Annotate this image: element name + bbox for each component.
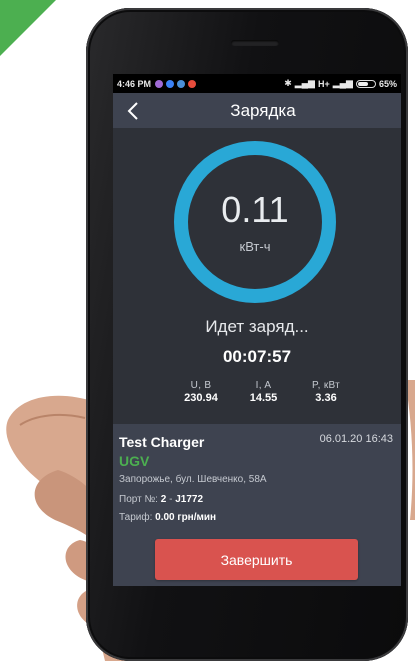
metric-label: P, кВт xyxy=(311,380,341,391)
status-right: ✱ ▂▄▆ H+ ▂▄▆ 65% xyxy=(284,78,397,89)
battery-percent: 65% xyxy=(378,78,397,89)
tariff-label: Тариф: xyxy=(119,512,153,523)
metric-voltage: U, B 230.94 xyxy=(171,380,231,404)
port-line: Порт №: 2 - J1772 xyxy=(119,494,203,505)
app-bar: Зарядка xyxy=(113,93,401,128)
charger-name: Test Charger xyxy=(119,434,205,450)
charger-info-card: Test Charger 06.01.20 16:43 UGV Запорожь… xyxy=(113,424,401,586)
metric-value: 3.36 xyxy=(315,392,337,404)
status-time: 4:46 PM xyxy=(117,78,152,89)
status-bar: 4:46 PM ✱ ▂▄▆ H+ ▂▄▆ 65% xyxy=(113,74,401,93)
metric-value: 14.55 xyxy=(249,392,278,404)
charge-datetime: 06.01.20 16:43 xyxy=(319,433,393,445)
chrome-icon xyxy=(166,79,175,88)
metric-value: 230.94 xyxy=(184,392,218,404)
viber-icon xyxy=(155,79,164,88)
tariff-line: Тариф: 0.00 грн/мин xyxy=(119,512,216,523)
charger-brand: UGV xyxy=(119,453,150,469)
messenger-icon xyxy=(177,79,186,88)
port-number: 2 xyxy=(160,494,167,505)
metric-label: U, B xyxy=(190,380,212,391)
energy-value: 0.11 xyxy=(221,189,289,230)
energy-unit: кВт-ч xyxy=(239,239,271,254)
notification-icon xyxy=(188,79,197,88)
signal-icon: ▂▄▆ xyxy=(294,78,315,88)
finish-charging-button[interactable]: Завершить xyxy=(155,539,358,580)
network-type: H+ xyxy=(317,78,330,89)
charger-address: Запорожье, бул. Шевченко, 58А xyxy=(119,474,267,485)
port-separator: - xyxy=(169,494,173,505)
chevron-left-icon xyxy=(127,101,138,120)
metric-current: I, A 14.55 xyxy=(234,380,294,404)
bluetooth-icon: ✱ xyxy=(284,78,292,88)
port-label: Порт №: xyxy=(119,494,158,505)
app-screen: 4:46 PM ✱ ▂▄▆ H+ ▂▄▆ 65% Зарядка 0.11 кВ… xyxy=(113,74,401,586)
port-type: J1772 xyxy=(175,494,204,505)
charging-timer: 00:07:57 xyxy=(222,347,292,366)
metric-power: P, кВт 3.36 xyxy=(296,380,356,404)
page-title: Зарядка xyxy=(230,100,296,120)
charging-status: Идет заряд... xyxy=(205,317,309,336)
tariff-value: 0.00 грн/мин xyxy=(155,512,217,523)
metric-label: I, A xyxy=(255,380,272,391)
signal-icon-2: ▂▄▆ xyxy=(332,78,353,88)
battery-icon xyxy=(355,79,376,88)
metrics-row: U, B 230.94 I, A 14.55 P, кВт 3.36 xyxy=(171,380,356,404)
phone-speaker xyxy=(231,40,279,46)
back-button[interactable] xyxy=(119,93,147,128)
